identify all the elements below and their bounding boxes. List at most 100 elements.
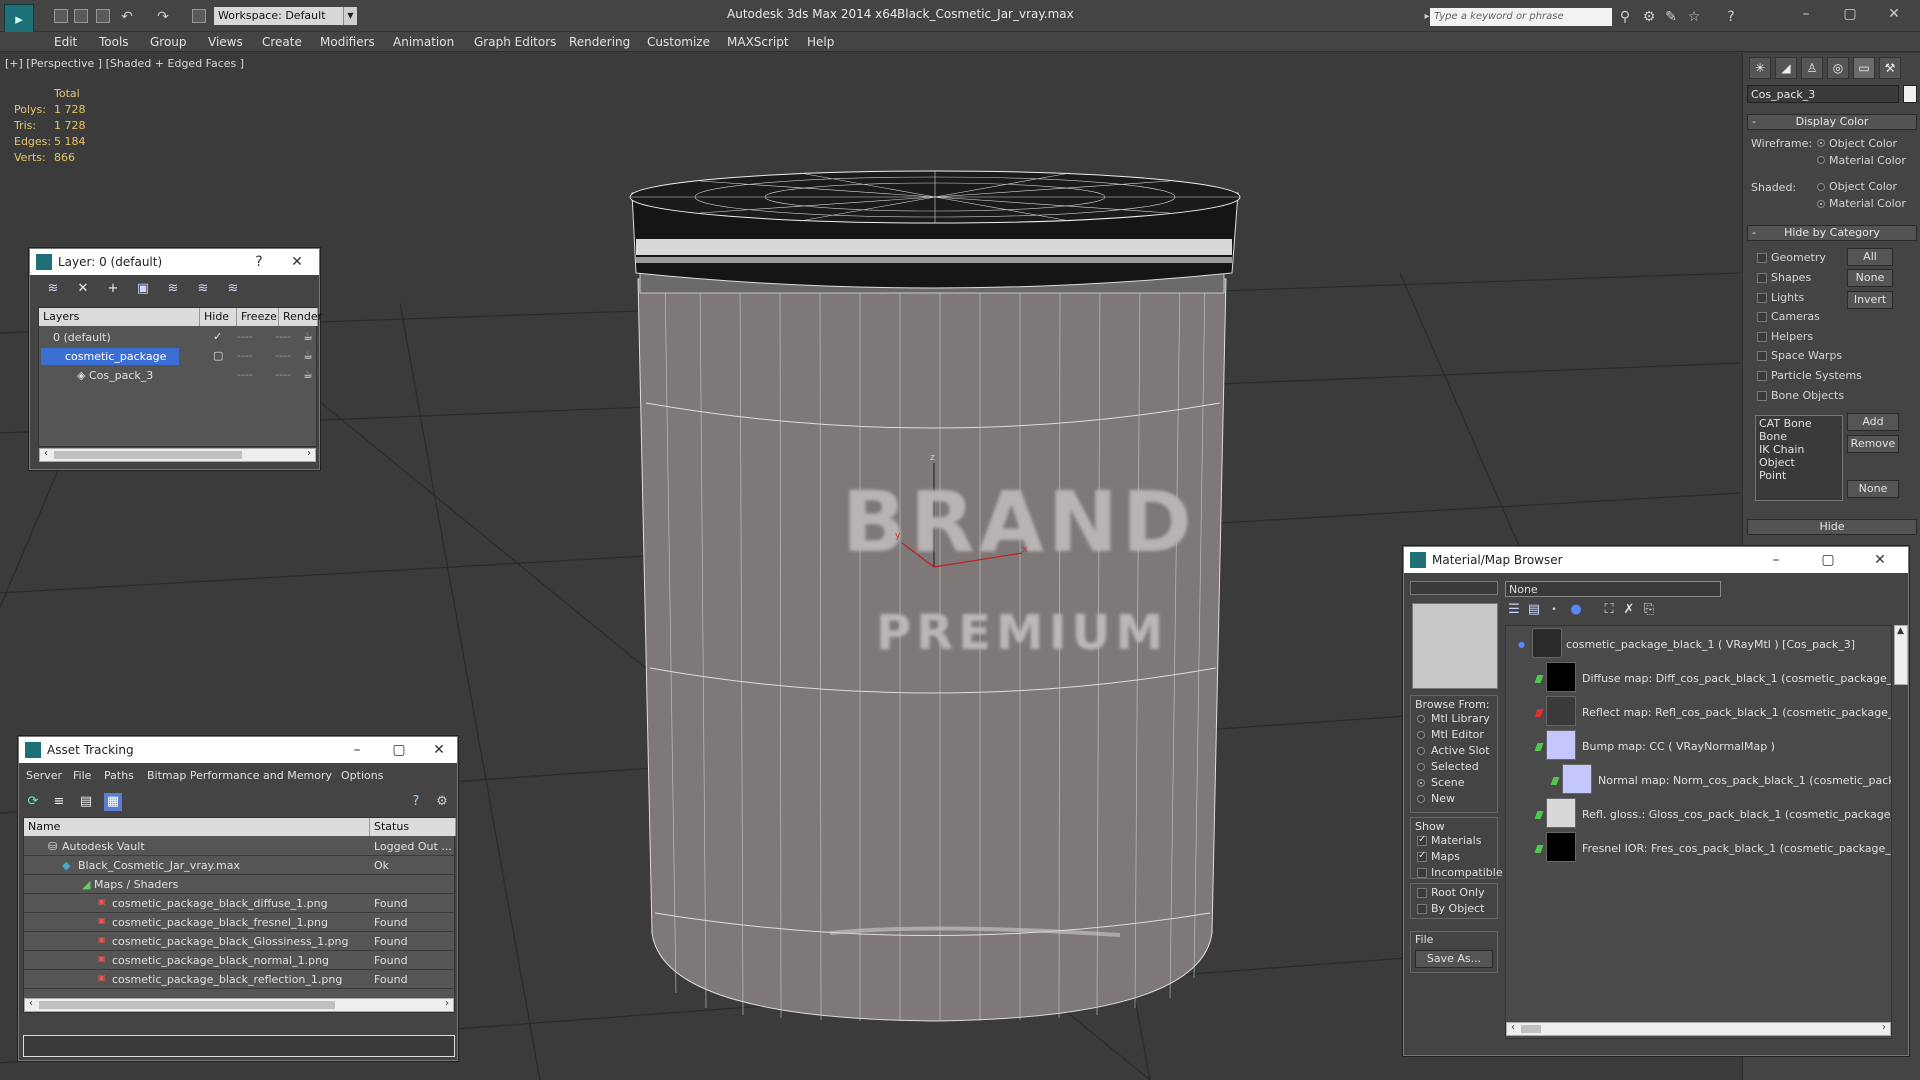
- favorites-star-icon[interactable]: ☆: [1685, 8, 1703, 26]
- close-icon[interactable]: ✕: [429, 741, 449, 759]
- communication-icon[interactable]: ✎: [1662, 8, 1680, 26]
- close-icon[interactable]: ✕: [1870, 551, 1890, 569]
- table-row[interactable]: ▣ cosmetic_package_black_reflection_1.pn…: [24, 970, 454, 989]
- horizontal-scrollbar[interactable]: ‹ ›: [1506, 1022, 1891, 1036]
- minimize-icon[interactable]: –: [1766, 551, 1786, 569]
- table-row[interactable]: ▣ cosmetic_package_black_normal_1.png Fo…: [24, 951, 454, 970]
- scroll-left-icon[interactable]: ‹: [25, 998, 37, 1009]
- menu-animation[interactable]: Animation: [393, 35, 454, 49]
- hide-particle-systems-checkbox[interactable]: [1757, 371, 1767, 381]
- asset-path-field[interactable]: [23, 1035, 455, 1057]
- scroll-right-icon[interactable]: ›: [1878, 1022, 1890, 1033]
- binoculars-icon[interactable]: ⚲: [1616, 8, 1634, 26]
- menu-rendering[interactable]: Rendering: [569, 35, 630, 49]
- create-tab-icon[interactable]: ✳: [1749, 57, 1771, 79]
- column-header[interactable]: Hide: [200, 308, 237, 326]
- app-logo-icon[interactable]: ▸: [4, 4, 34, 34]
- menu-paths[interactable]: Paths: [104, 769, 134, 782]
- project-folder-icon[interactable]: [192, 9, 206, 23]
- delete-layer-icon[interactable]: ✕: [74, 280, 92, 298]
- freeze-toggle[interactable]: ----: [275, 330, 291, 343]
- menu-tools[interactable]: Tools: [99, 35, 129, 49]
- display-color-rollout[interactable]: - Display Color: [1747, 114, 1917, 130]
- menu-edit[interactable]: Edit: [54, 35, 77, 49]
- list-item[interactable]: IK Chain Object: [1759, 443, 1839, 469]
- view-list-icon[interactable]: ☰: [1505, 601, 1523, 619]
- show-materials-checkbox[interactable]: [1417, 834, 1427, 846]
- redo-icon[interactable]: ↷: [154, 8, 172, 26]
- search-by-name-input[interactable]: None: [1505, 581, 1721, 597]
- add-button[interactable]: Add: [1847, 413, 1899, 431]
- active-box-icon[interactable]: ▢: [213, 349, 223, 362]
- help-icon[interactable]: ?: [407, 793, 425, 811]
- maximize-icon[interactable]: ▢: [389, 741, 409, 759]
- hide-all-layers-icon[interactable]: ≋: [194, 280, 212, 298]
- small-icon[interactable]: •: [1545, 601, 1563, 619]
- view-options-icon[interactable]: ⎘: [1640, 601, 1658, 619]
- add-to-layer-icon[interactable]: +: [104, 280, 122, 298]
- horizontal-scrollbar[interactable]: ‹ ›: [24, 998, 454, 1012]
- wireframe-material-color-radio[interactable]: [1817, 156, 1825, 164]
- table-row[interactable]: ▣ cosmetic_package_black_Glossiness_1.pn…: [24, 932, 454, 951]
- refresh-icon[interactable]: ⟳: [24, 793, 42, 811]
- show-maps-checkbox[interactable]: [1417, 850, 1427, 862]
- table-row[interactable]: ⛁ Autodesk Vault Logged Out ...: [24, 837, 454, 856]
- save-as-button[interactable]: Save As...: [1415, 950, 1493, 968]
- hierarchy-tab-icon[interactable]: ♙: [1801, 57, 1823, 79]
- new-layer-icon[interactable]: ≋: [44, 280, 62, 298]
- hide-helpers-checkbox[interactable]: [1757, 332, 1767, 342]
- wireframe-object-color-radio[interactable]: [1817, 139, 1825, 147]
- dialog-title-bar[interactable]: Asset Tracking – ▢ ✕: [19, 737, 457, 763]
- shaded-object-color-radio[interactable]: [1817, 183, 1825, 191]
- help-icon[interactable]: ?: [1722, 8, 1740, 26]
- menu-group[interactable]: Group: [150, 35, 187, 49]
- show-incompatible-checkbox[interactable]: [1417, 868, 1427, 878]
- column-header[interactable]: Layers: [39, 308, 200, 326]
- menu-customize[interactable]: Customize: [647, 35, 710, 49]
- scroll-up-icon[interactable]: ▲: [1897, 626, 1904, 636]
- hide-cameras-checkbox[interactable]: [1757, 312, 1767, 322]
- table-row[interactable]: ◢ Maps / Shaders: [24, 875, 454, 894]
- scroll-thumb[interactable]: [1521, 1025, 1541, 1033]
- dialog-title-bar[interactable]: Material/Map Browser – ▢ ✕: [1404, 547, 1908, 573]
- new-file-icon[interactable]: [54, 9, 68, 23]
- hide-bone-objects-checkbox[interactable]: [1757, 391, 1767, 401]
- invert-button[interactable]: Invert: [1847, 291, 1893, 309]
- maximize-icon[interactable]: ▢: [1818, 551, 1838, 569]
- layer-row[interactable]: cosmetic_package ▢ ---- ---- ☕: [39, 347, 318, 366]
- root-only-checkbox[interactable]: [1417, 888, 1427, 898]
- mtl-editor-radio[interactable]: [1417, 731, 1425, 739]
- expand-icon[interactable]: ●: [1518, 640, 1525, 649]
- menu-options[interactable]: Options: [341, 769, 383, 782]
- minimize-icon[interactable]: –: [347, 741, 367, 759]
- vault-options-icon[interactable]: ⚙: [433, 793, 451, 811]
- shaded-material-color-radio[interactable]: [1817, 200, 1825, 208]
- active-slot-radio[interactable]: [1417, 747, 1425, 755]
- list-item[interactable]: CAT Bone: [1759, 417, 1839, 430]
- minimize-icon[interactable]: –: [1794, 4, 1818, 24]
- column-header[interactable]: Status: [370, 818, 456, 836]
- category-list[interactable]: CAT Bone Bone IK Chain Object Point: [1755, 415, 1843, 501]
- remove-button[interactable]: Remove: [1847, 435, 1899, 453]
- hide-toggle[interactable]: ----: [237, 349, 253, 362]
- menu-views[interactable]: Views: [208, 35, 243, 49]
- close-icon[interactable]: ✕: [1882, 4, 1906, 24]
- render-teapot-icon[interactable]: ☕: [303, 368, 313, 381]
- scene-radio[interactable]: [1417, 779, 1425, 787]
- subscription-icon[interactable]: ⚙: [1640, 8, 1658, 26]
- selected-radio[interactable]: [1417, 763, 1425, 771]
- table-view-icon[interactable]: ▦: [104, 793, 122, 811]
- render-teapot-icon[interactable]: ☕: [303, 330, 313, 343]
- detail-view-icon[interactable]: ▤: [77, 793, 95, 811]
- hide-space-warps-checkbox[interactable]: [1757, 351, 1767, 361]
- freeze-toggle[interactable]: ----: [275, 368, 291, 381]
- maximize-icon[interactable]: ▢: [1838, 4, 1862, 24]
- motion-tab-icon[interactable]: ◎: [1827, 57, 1849, 79]
- utilities-tab-icon[interactable]: ⚒: [1879, 57, 1901, 79]
- menu-bitmap-performance[interactable]: Bitmap Performance and Memory: [147, 769, 332, 782]
- browser-name-field[interactable]: [1410, 581, 1498, 595]
- scroll-right-icon[interactable]: ›: [303, 448, 315, 459]
- hide-shapes-checkbox[interactable]: [1757, 273, 1767, 283]
- select-objects-icon[interactable]: ⛶: [1600, 601, 1618, 619]
- workspace-select[interactable]: Workspace: Default: [214, 7, 344, 25]
